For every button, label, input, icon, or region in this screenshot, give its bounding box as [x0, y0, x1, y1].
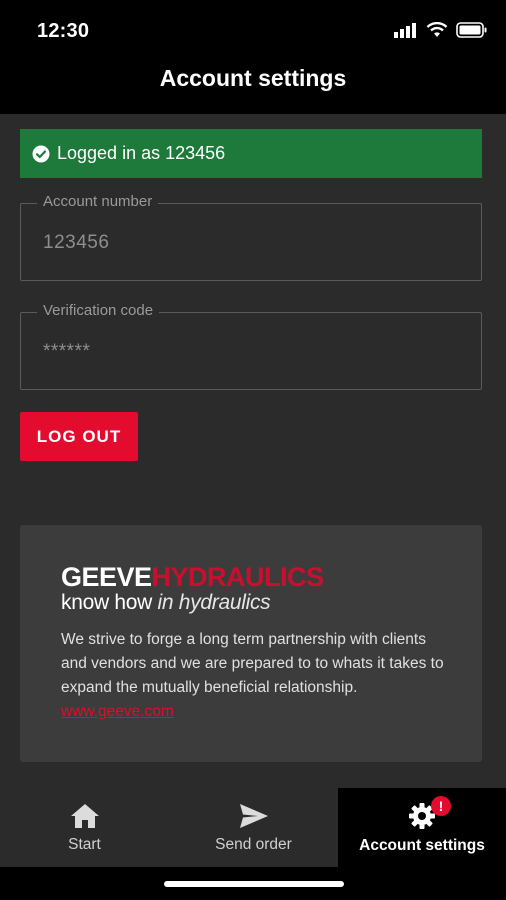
- send-icon: [239, 803, 268, 828]
- page-title: Account settings: [159, 65, 347, 91]
- description-text: We strive to forge a long term partnersh…: [61, 631, 444, 696]
- status-icons: [394, 22, 488, 38]
- wifi-icon: [426, 22, 448, 37]
- status-bar: 12:30: [0, 0, 506, 62]
- logo-tagline: know how in hydraulics: [61, 591, 271, 615]
- verification-code-field[interactable]: Verification code ******: [20, 302, 482, 390]
- status-time: 12:30: [37, 20, 90, 42]
- tab-account-settings[interactable]: ! Account settings: [338, 788, 506, 867]
- account-number-field[interactable]: Account number 123456: [20, 193, 482, 281]
- company-info-card: GEEVEHYDRAULICS know how in hydraulics W…: [20, 525, 482, 762]
- logo-text-geeve: GEEVE: [61, 562, 152, 592]
- signal-icon: [394, 23, 416, 38]
- verification-code-label: Verification code: [37, 302, 160, 319]
- website-link[interactable]: www.geeve.com: [61, 703, 174, 720]
- home-indicator-area: [0, 867, 506, 900]
- check-circle-icon: [32, 145, 50, 162]
- tab-start[interactable]: Start: [0, 788, 169, 867]
- geeve-hydraulics-logo: GEEVEHYDRAULICS: [61, 563, 324, 591]
- home-indicator[interactable]: [164, 881, 344, 887]
- tab-send-order-label: Send order: [215, 835, 292, 853]
- company-description: We strive to forge a long term partnersh…: [61, 628, 451, 724]
- logo-text-hydraulics: HYDRAULICS: [151, 562, 325, 592]
- login-status-banner: Logged in as 123456: [20, 129, 482, 178]
- battery-icon: [456, 22, 487, 38]
- tagline-part1: know how: [61, 591, 152, 614]
- tab-start-label: Start: [68, 835, 101, 853]
- tagline-part2: in hydraulics: [157, 591, 271, 614]
- verification-code-value: ******: [43, 341, 91, 362]
- login-status-text: Logged in as 123456: [57, 143, 226, 163]
- app-header: Account settings: [0, 62, 506, 114]
- account-number-label: Account number: [37, 193, 159, 210]
- bottom-tab-bar: Start Send order ! Account settings: [0, 788, 506, 867]
- tab-account-settings-label: Account settings: [359, 836, 485, 854]
- logout-button[interactable]: LOG OUT: [20, 412, 138, 461]
- tab-send-order[interactable]: Send order: [169, 788, 338, 867]
- main-content: Logged in as 123456 Account number 12345…: [0, 114, 506, 788]
- account-number-value: 123456: [43, 232, 110, 253]
- notification-badge: !: [431, 796, 451, 816]
- home-icon: [70, 803, 99, 828]
